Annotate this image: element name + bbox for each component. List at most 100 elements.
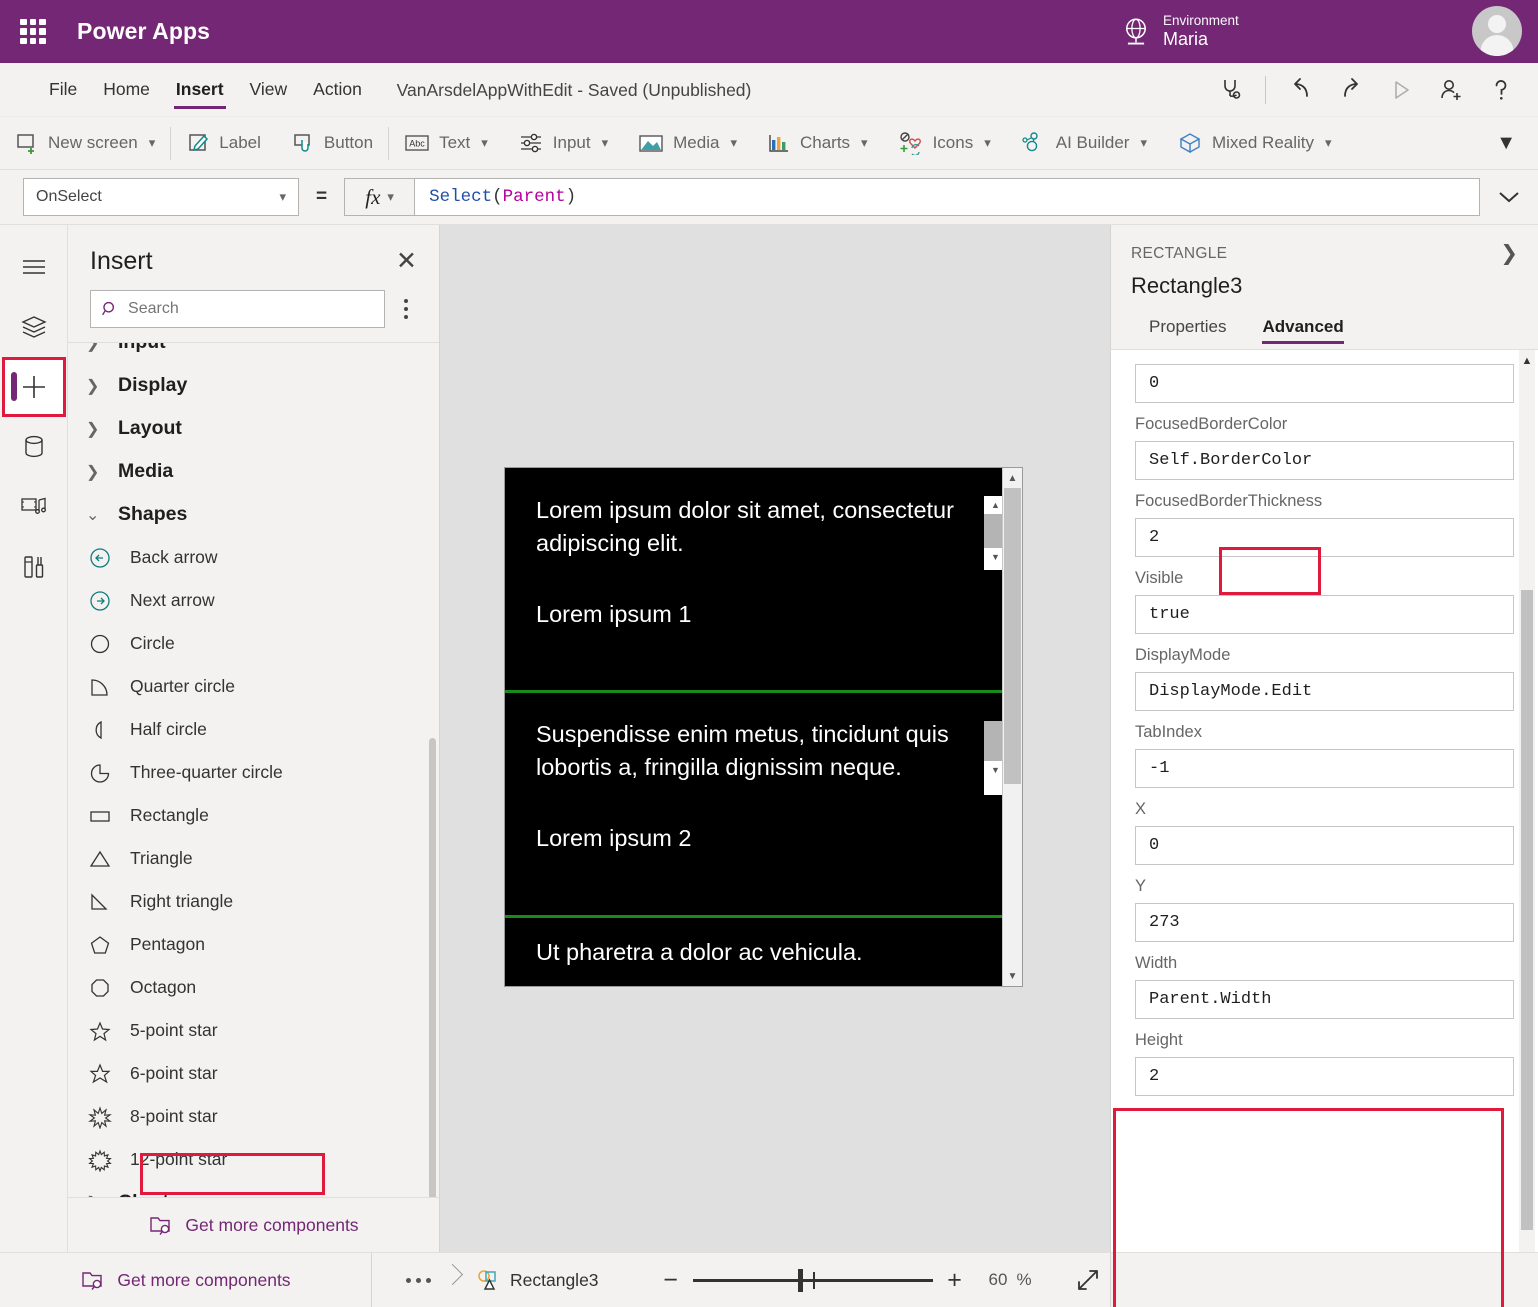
gallery-row[interactable]: Suspendisse enim metus, tincidunt quis l…	[505, 693, 1022, 915]
property-input[interactable]: 2	[1135, 518, 1514, 557]
shape-label: Three-quarter circle	[130, 762, 283, 783]
shape-item-12-point-star[interactable]: 12-point star	[68, 1138, 439, 1181]
rail-media-library-icon[interactable]	[4, 477, 64, 537]
ribbon-button[interactable]: Button	[276, 123, 388, 163]
app-screen-preview[interactable]: Lorem ipsum dolor sit amet, consectetur …	[504, 467, 1023, 987]
chevron-right-icon[interactable]: ❯	[1500, 241, 1518, 266]
screen-scrollbar[interactable]: ▲ ▼	[1002, 468, 1022, 986]
app-checker-icon[interactable]	[1207, 69, 1253, 111]
property-input[interactable]: -1	[1135, 749, 1514, 788]
scroll-up-icon[interactable]: ▲	[1519, 350, 1535, 372]
rail-data-icon[interactable]	[4, 417, 64, 477]
shape-item-pentagon[interactable]: Pentagon	[68, 923, 439, 966]
scroll-down-icon[interactable]: ▼	[1003, 966, 1022, 986]
shape-item-6-point-star[interactable]: 6-point star	[68, 1052, 439, 1095]
undo-icon[interactable]	[1278, 69, 1324, 111]
menu-item-home[interactable]: Home	[90, 63, 163, 116]
menu-item-action[interactable]: Action	[300, 63, 375, 116]
group-layout[interactable]: ❯ Layout	[68, 407, 439, 450]
rail-hamburger-icon[interactable]	[4, 237, 64, 297]
tab-advanced[interactable]: Advanced	[1244, 310, 1361, 349]
property-input[interactable]: Parent.Width	[1135, 980, 1514, 1019]
shape-item-octagon[interactable]: Octagon	[68, 966, 439, 1009]
property-input[interactable]: true	[1135, 595, 1514, 634]
ribbon-text[interactable]: Abc Text ▾	[389, 123, 503, 163]
property-input[interactable]: 273	[1135, 903, 1514, 942]
group-charts[interactable]: ❯ Charts	[68, 1181, 439, 1197]
shape-item-circle[interactable]: Circle	[68, 622, 439, 665]
rail-tree-view-icon[interactable]	[4, 297, 64, 357]
formula-expand-chevron-down-icon[interactable]	[1480, 189, 1538, 205]
group-shapes[interactable]: ⌄ Shapes	[68, 493, 439, 536]
shape-item-5-point-star[interactable]: 5-point star	[68, 1009, 439, 1052]
ribbon-charts[interactable]: Charts ▾	[752, 123, 883, 163]
scroll-thumb[interactable]	[1521, 590, 1533, 1230]
shape-item-quarter-circle[interactable]: Quarter circle	[68, 665, 439, 708]
property-selector[interactable]: OnSelect ▾	[23, 178, 299, 216]
ribbon-input[interactable]: Input ▾	[503, 123, 623, 163]
ribbon-media[interactable]: Media ▾	[623, 123, 752, 163]
shape-item-back-arrow[interactable]: Back arrow	[68, 536, 439, 579]
zoom-slider-thumb[interactable]	[798, 1269, 803, 1292]
shape-item-half-circle[interactable]: Half circle	[68, 708, 439, 751]
group-input[interactable]: ❯ Input	[68, 342, 439, 364]
zoom-slider[interactable]	[693, 1258, 933, 1302]
shape-item-rectangle[interactable]: Rectangle	[68, 794, 439, 837]
media-icon	[638, 132, 664, 154]
search-input[interactable]	[90, 290, 385, 328]
insert-panel-scrollbar[interactable]	[429, 738, 436, 1197]
ribbon-icons[interactable]: Icons ▾	[883, 123, 1006, 163]
share-icon[interactable]	[1428, 69, 1474, 111]
property-input[interactable]: Self.BorderColor	[1135, 441, 1514, 480]
scroll-track[interactable]	[1003, 488, 1022, 966]
property-input[interactable]: DisplayMode.Edit	[1135, 672, 1514, 711]
group-media[interactable]: ❯ Media	[68, 450, 439, 493]
ribbon-new-screen[interactable]: New screen ▾	[0, 123, 170, 163]
zoom-in-plus-icon[interactable]: +	[933, 1258, 977, 1302]
half-circle-icon	[88, 718, 130, 742]
fit-screen-icon[interactable]	[1068, 1260, 1108, 1300]
get-more-components-button[interactable]: Get more components	[68, 1197, 439, 1252]
fx-button[interactable]: fx ▾	[344, 178, 414, 216]
gallery-row[interactable]: Lorem ipsum dolor sit amet, consectetur …	[505, 468, 1022, 690]
environment-selector[interactable]: Environment Maria	[1122, 0, 1239, 63]
menu-item-insert[interactable]: Insert	[163, 63, 237, 116]
rail-advanced-tools-icon[interactable]	[4, 537, 64, 597]
avatar[interactable]	[1472, 6, 1522, 56]
tab-properties[interactable]: Properties	[1131, 310, 1244, 349]
scroll-up-icon[interactable]: ▲	[1003, 468, 1022, 488]
ribbon-ai-builder[interactable]: AI Builder ▾	[1006, 123, 1162, 163]
group-display[interactable]: ❯ Display	[68, 364, 439, 407]
scroll-thumb[interactable]	[1004, 488, 1021, 784]
app-launcher-icon[interactable]	[20, 19, 46, 45]
property-input[interactable]: 2	[1135, 1057, 1514, 1096]
breadcrumb[interactable]: Rectangle3	[469, 1268, 599, 1292]
ellipsis-icon[interactable]	[394, 1278, 443, 1283]
gallery-row[interactable]: Ut pharetra a dolor ac vehicula.	[505, 918, 1022, 988]
shape-item-three-quarter-circle[interactable]: Three-quarter circle	[68, 751, 439, 794]
help-icon[interactable]	[1478, 69, 1524, 111]
canvas-area[interactable]: Lorem ipsum dolor sit amet, consectetur …	[440, 225, 1110, 1252]
redo-icon[interactable]	[1328, 69, 1374, 111]
ribbon-overflow-chevron-down-icon[interactable]: ▼	[1496, 132, 1516, 155]
status-get-more-components[interactable]: Get more components	[0, 1253, 372, 1307]
property-input[interactable]: 0	[1135, 364, 1514, 403]
ribbon-label[interactable]: Label	[171, 123, 276, 163]
zoom-out-minus-icon[interactable]: −	[649, 1258, 693, 1302]
preview-icon[interactable]	[1378, 69, 1424, 111]
properties-scrollbar[interactable]: ▲	[1519, 350, 1535, 1252]
shape-item-8-point-star[interactable]: 8-point star	[68, 1095, 439, 1138]
shape-item-triangle[interactable]: Triangle	[68, 837, 439, 880]
property-input[interactable]: 0	[1135, 826, 1514, 865]
menu-item-file[interactable]: File	[36, 63, 90, 116]
close-icon[interactable]: ✕	[396, 249, 417, 274]
menu-item-view[interactable]: View	[237, 63, 301, 116]
formula-input[interactable]: Select(Parent)	[414, 178, 1480, 216]
ribbon-mixed-reality[interactable]: Mixed Reality ▾	[1162, 123, 1347, 163]
more-options-icon[interactable]	[395, 293, 417, 325]
search-input-field[interactable]	[128, 300, 374, 318]
shape-item-next-arrow[interactable]: Next arrow	[68, 579, 439, 622]
shape-item-right-triangle[interactable]: Right triangle	[68, 880, 439, 923]
rail-insert-plus-icon[interactable]	[4, 357, 64, 417]
chevron-down-icon: ▾	[149, 135, 156, 151]
